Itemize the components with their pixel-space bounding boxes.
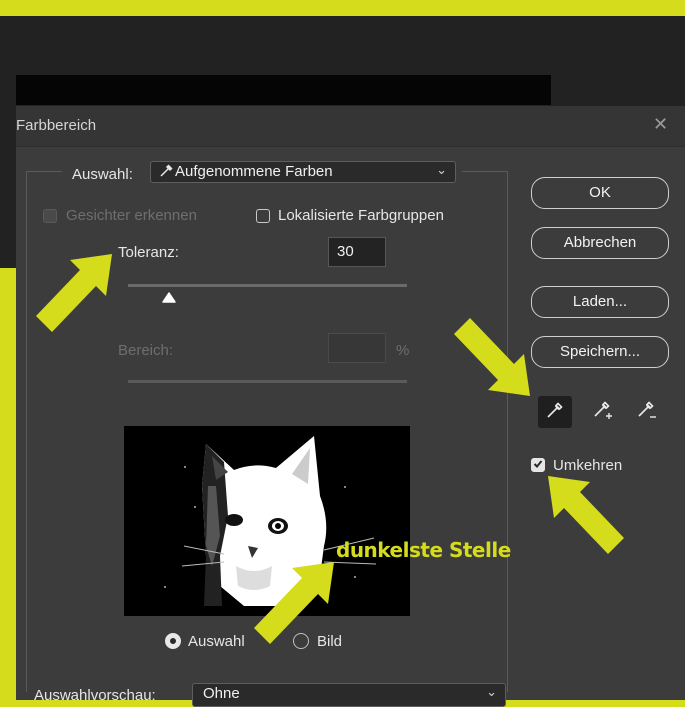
arrow-icon — [254, 562, 334, 644]
annotation-label: dunkelste Stelle — [336, 538, 511, 562]
annotation-arrows — [36, 254, 624, 644]
arrow-icon — [454, 318, 530, 396]
arrow-icon — [36, 254, 112, 332]
arrow-icon — [548, 476, 624, 554]
